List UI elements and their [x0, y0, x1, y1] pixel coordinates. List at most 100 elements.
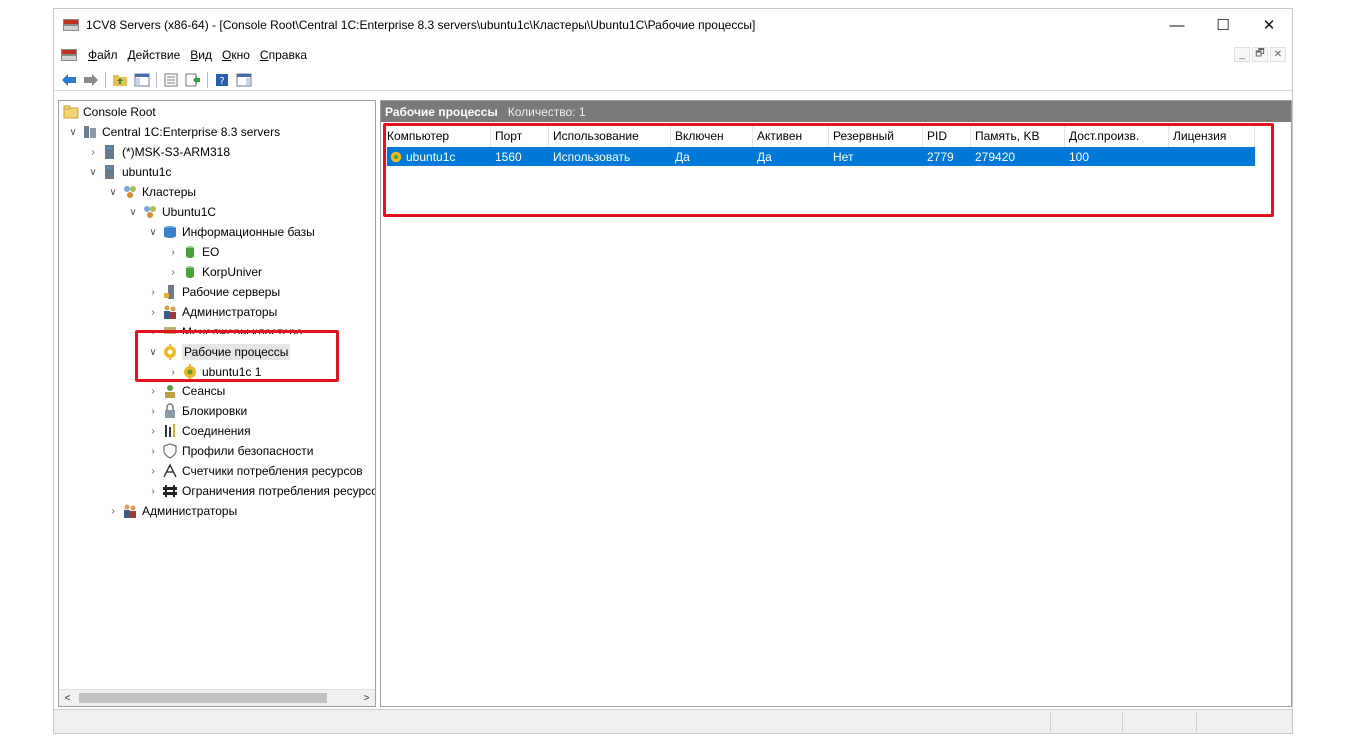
show-tree-button[interactable] — [131, 70, 153, 90]
up-level-button[interactable] — [109, 70, 131, 90]
tree-horizontal-scrollbar[interactable]: < > — [59, 689, 375, 706]
chevron-right-icon[interactable]: › — [147, 386, 159, 397]
help-button[interactable]: ? — [211, 70, 233, 90]
tree-node-working-processes[interactable]: ∨ Рабочие процессы — [147, 342, 291, 362]
column-header-memory[interactable]: Память, KB — [971, 125, 1065, 147]
chevron-right-icon[interactable]: › — [147, 287, 159, 298]
column-header-port[interactable]: Порт — [491, 125, 549, 147]
menu-action[interactable]: Действие — [128, 48, 181, 62]
menu-file-label: айл — [97, 48, 118, 62]
tree-node-security-profiles[interactable]: › Профили безопасности — [147, 441, 313, 461]
tree-node-cluster-managers[interactable]: › Менеджеры кластера — [147, 322, 303, 335]
chevron-right-icon[interactable]: › — [167, 247, 179, 258]
tree-node-label: Console Root — [83, 105, 156, 119]
tree-node-label: Информационные базы — [182, 225, 315, 239]
chevron-down-icon[interactable]: ∨ — [67, 127, 79, 138]
column-header-enabled[interactable]: Включен — [671, 125, 753, 147]
show-action-pane-button[interactable] — [233, 70, 255, 90]
tree-node-infobase-eo[interactable]: › EO — [167, 242, 219, 262]
tree-node-administrators[interactable]: › Администраторы — [147, 302, 277, 322]
chevron-right-icon[interactable]: › — [167, 267, 179, 278]
chevron-down-icon[interactable]: ∨ — [87, 167, 99, 178]
tree-node-console-root[interactable]: Console Root — [63, 102, 156, 122]
mdi-minimize-button[interactable]: _ — [1234, 47, 1250, 62]
column-header-active[interactable]: Активен — [753, 125, 829, 147]
chevron-right-icon[interactable]: › — [147, 406, 159, 417]
tree-node-infobases[interactable]: ∨ Информационные базы — [147, 222, 315, 242]
details-title: Рабочие процессы — [385, 104, 498, 119]
menu-view-label: ид — [198, 48, 213, 62]
column-header-usage[interactable]: Использование — [549, 125, 671, 147]
action-pane-icon — [236, 73, 252, 86]
menu-help[interactable]: Справка — [260, 48, 307, 62]
column-header-pid[interactable]: PID — [923, 125, 971, 147]
chevron-down-icon[interactable]: ∨ — [147, 227, 159, 238]
cell-active: Да — [757, 149, 772, 164]
chevron-down-icon[interactable]: ∨ — [127, 207, 139, 218]
cluster-manager-icon — [162, 324, 178, 334]
shield-icon — [162, 443, 178, 459]
tree-node-central-servers[interactable]: ∨ Central 1C:Enterprise 8.3 servers — [67, 122, 280, 142]
tree-node-connections[interactable]: › Соединения — [147, 421, 251, 441]
column-header-performance[interactable]: Дост.произв. — [1065, 125, 1169, 147]
tree-node-ubuntu1c[interactable]: ∨ ubuntu1c — [87, 162, 171, 182]
tree-node-label: ubuntu1c — [122, 165, 172, 179]
status-segment — [1050, 712, 1122, 732]
console-tree: Console Root ∨ Central 1C:Enterprise 8.3… — [58, 100, 376, 707]
menu-view[interactable]: Вид — [190, 48, 212, 62]
table-row[interactable]: ubuntu1c 1560 Использовать Да Да Нет 277… — [387, 147, 1255, 166]
tree-node-msk-server[interactable]: › (*)MSK-S3-ARM318 — [87, 142, 230, 162]
forward-button[interactable] — [80, 70, 102, 90]
scrollbar-thumb[interactable] — [79, 693, 327, 703]
working-server-icon — [162, 284, 178, 300]
arrow-right-icon — [84, 73, 98, 86]
tree-node-clusters[interactable]: ∨ Кластеры — [107, 182, 196, 202]
tree-node-sessions[interactable]: › Сеансы — [147, 381, 225, 401]
menu-file[interactable]: Файл — [88, 48, 118, 62]
tree-node-infobase-korpuniver[interactable]: › KorpUniver — [167, 262, 262, 282]
column-header-reserve[interactable]: Резервный — [829, 125, 923, 147]
scroll-right-button[interactable]: > — [358, 690, 375, 706]
chevron-right-icon[interactable]: › — [107, 506, 119, 517]
export-list-button[interactable] — [182, 70, 204, 90]
minimize-button[interactable]: — — [1154, 9, 1200, 41]
chevron-right-icon[interactable]: › — [147, 446, 159, 457]
gear-process-icon — [182, 364, 198, 380]
chevron-right-icon[interactable]: › — [87, 147, 99, 158]
chevron-right-icon[interactable]: › — [147, 466, 159, 477]
admin-users-icon — [122, 503, 138, 519]
chevron-down-icon[interactable]: ∨ — [107, 187, 119, 198]
chevron-right-icon[interactable]: › — [147, 327, 159, 335]
tree-node-process-ubuntu1c-1[interactable]: › ubuntu1c 1 — [167, 362, 261, 382]
column-header-computer[interactable]: Компьютер — [383, 125, 491, 147]
folder-up-icon — [113, 74, 127, 86]
chevron-down-icon[interactable]: ∨ — [147, 347, 159, 358]
gear-process-icon — [389, 150, 403, 164]
properties-button[interactable] — [160, 70, 182, 90]
tree-node-locks[interactable]: › Блокировки — [147, 401, 247, 421]
mdi-restore-button[interactable]: 🗗 — [1252, 47, 1268, 62]
chevron-right-icon[interactable]: › — [147, 307, 159, 318]
menu-action-label: ействие — [135, 48, 181, 62]
maximize-button[interactable]: ☐ — [1200, 9, 1246, 41]
chevron-right-icon[interactable]: › — [167, 367, 179, 378]
cell-computer: ubuntu1c — [387, 147, 491, 166]
tree-node-resource-counters[interactable]: › Счетчики потребления ресурсов — [147, 461, 363, 481]
menu-window[interactable]: Окно — [222, 48, 250, 62]
tree-node-central-administrators[interactable]: › Администраторы — [107, 501, 237, 521]
console-menu-icon[interactable] — [60, 47, 78, 63]
tree-node-label: Профили безопасности — [182, 444, 314, 458]
mdi-close-button[interactable]: ✕ — [1270, 47, 1286, 62]
back-button[interactable] — [58, 70, 80, 90]
gear-process-icon — [162, 344, 178, 360]
cell-computer-text: ubuntu1c — [406, 149, 456, 164]
tree-node-resource-limits[interactable]: › Ограничения потребления ресурсов — [147, 481, 375, 501]
chevron-right-icon[interactable]: › — [147, 426, 159, 437]
chevron-right-icon[interactable]: › — [147, 486, 159, 497]
scroll-left-button[interactable]: < — [59, 690, 76, 706]
menu-help-accel: С — [259, 48, 269, 62]
tree-node-working-servers[interactable]: › Рабочие серверы — [147, 282, 280, 302]
column-header-license[interactable]: Лицензия — [1169, 125, 1255, 147]
close-button[interactable]: ✕ — [1246, 9, 1292, 41]
tree-node-ubuntu1c-cluster[interactable]: ∨ Ubuntu1C — [127, 202, 216, 222]
